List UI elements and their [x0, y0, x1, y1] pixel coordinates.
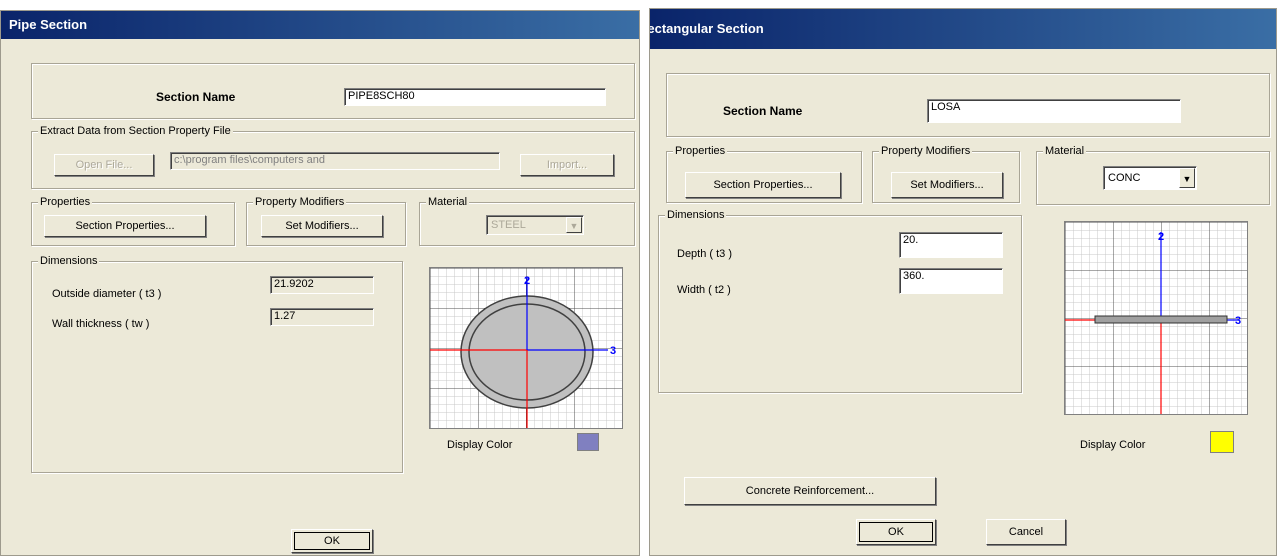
import-button[interactable]: Import... — [520, 154, 614, 176]
chevron-down-icon[interactable]: ▼ — [566, 217, 582, 233]
extract-data-group-label: Extract Data from Section Property File — [38, 125, 233, 137]
pipe-ok-button[interactable]: OK — [291, 529, 373, 553]
rect-section-properties-button[interactable]: Section Properties... — [685, 172, 841, 198]
rect-preview-drawing: 2 3 — [1065, 222, 1247, 414]
rect-modifiers-group: Property Modifiers Set Modifiers... — [872, 145, 1020, 203]
outside-diameter-field[interactable]: 21.9202 — [270, 276, 374, 294]
rectangular-section-dialog: Rectangular Section Section Name LOSA Pr… — [649, 8, 1277, 556]
rect-section-name-group: Section Name LOSA — [666, 73, 1270, 137]
rect-dialog-title: Rectangular Section — [650, 9, 1276, 49]
rect-display-color-swatch[interactable] — [1210, 431, 1234, 453]
rect-axis-3-label: 3 — [1235, 315, 1241, 327]
rect-ok-button[interactable]: OK — [856, 519, 936, 545]
pipe-section-name-label: Section Name — [156, 90, 236, 104]
rect-section-preview: 2 3 — [1064, 221, 1248, 415]
rect-material-select[interactable]: CONC ▼ — [1103, 166, 1197, 190]
pipe-display-color-swatch[interactable] — [577, 433, 599, 451]
pipe-material-value: STEEL — [491, 219, 526, 231]
rect-cancel-button[interactable]: Cancel — [986, 519, 1066, 545]
pipe-axis-3-label: 3 — [610, 345, 616, 357]
pipe-section-name-group: Section Name PIPE8SCH80 — [31, 63, 635, 119]
rect-material-group-label: Material — [1043, 145, 1087, 157]
pipe-section-preview: 2 3 — [429, 267, 623, 429]
slab-section-rect — [1094, 315, 1228, 324]
pipe-section-name-field[interactable]: PIPE8SCH80 — [344, 88, 606, 106]
wall-thickness-label: Wall thickness ( tw ) — [52, 318, 150, 330]
rect-section-name-field[interactable]: LOSA — [927, 99, 1181, 123]
pipe-set-modifiers-button[interactable]: Set Modifiers... — [261, 215, 383, 237]
rect-modifiers-group-label: Property Modifiers — [879, 145, 973, 157]
rect-material-group: Material CONC ▼ — [1036, 145, 1270, 205]
pipe-dimensions-group: Dimensions Outside diameter ( t3 ) 21.92… — [31, 255, 403, 473]
extract-data-group: Extract Data from Section Property File … — [31, 125, 635, 189]
pipe-axis-2-label: 2 — [524, 275, 530, 287]
wall-thickness-field[interactable]: 1.27 — [270, 308, 374, 326]
pipe-material-group: Material STEEL ▼ — [419, 196, 635, 246]
rect-axis-2-label: 2 — [1158, 231, 1164, 243]
rect-dimensions-group-label: Dimensions — [665, 209, 727, 221]
depth-field[interactable]: 20. — [899, 232, 1003, 258]
width-field[interactable]: 360. — [899, 268, 1003, 294]
file-path-field[interactable]: c:\program files\computers and — [170, 152, 500, 170]
rect-section-name-label: Section Name — [723, 104, 803, 118]
open-file-button[interactable]: Open File... — [54, 154, 154, 176]
pipe-section-dialog: Pipe Section Section Name PIPE8SCH80 Ext… — [0, 10, 640, 556]
rect-set-modifiers-button[interactable]: Set Modifiers... — [891, 172, 1003, 198]
pipe-properties-group: Properties Section Properties... — [31, 196, 235, 246]
pipe-material-select[interactable]: STEEL ▼ — [486, 215, 584, 235]
pipe-material-group-label: Material — [426, 196, 470, 208]
pipe-dialog-title: Pipe Section — [1, 11, 639, 39]
width-label: Width ( t2 ) — [677, 284, 731, 296]
pipe-preview-drawing: 2 3 — [430, 268, 622, 428]
outside-diameter-label: Outside diameter ( t3 ) — [52, 288, 162, 300]
chevron-down-icon[interactable]: ▼ — [1179, 168, 1195, 188]
rect-properties-group-label: Properties — [673, 145, 728, 157]
rect-dimensions-group: Dimensions Depth ( t3 ) 20. Width ( t2 )… — [658, 209, 1022, 393]
pipe-section-properties-button[interactable]: Section Properties... — [44, 215, 206, 237]
pipe-dimensions-group-label: Dimensions — [38, 255, 100, 267]
pipe-modifiers-group-label: Property Modifiers — [253, 196, 347, 208]
rect-material-value: CONC — [1108, 172, 1141, 184]
rect-properties-group: Properties Section Properties... — [666, 145, 862, 203]
concrete-reinforcement-button[interactable]: Concrete Reinforcement... — [684, 477, 936, 505]
pipe-display-color-label: Display Color — [447, 439, 513, 451]
depth-label: Depth ( t3 ) — [677, 248, 733, 260]
pipe-modifiers-group: Property Modifiers Set Modifiers... — [246, 196, 406, 246]
pipe-properties-group-label: Properties — [38, 196, 93, 208]
rect-display-color-label: Display Color — [1080, 439, 1146, 451]
